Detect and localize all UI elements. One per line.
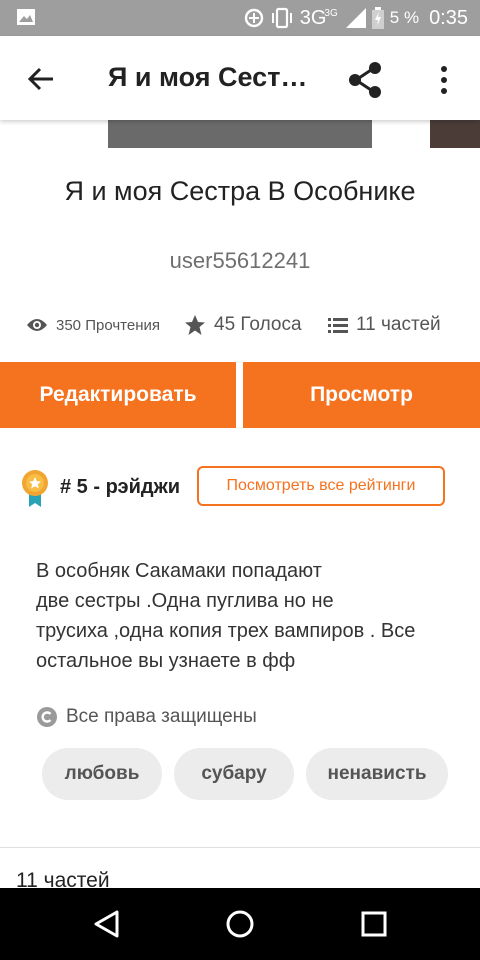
system-nav-bar	[0, 888, 480, 960]
story-stats: 350 Прочтения 45 Голоса 11 частей	[0, 310, 480, 340]
story-title: Я и моя Сестра В Особнике	[64, 176, 416, 206]
battery-charging-icon	[371, 7, 384, 29]
eye-icon	[27, 319, 47, 331]
signal-icon	[345, 8, 366, 28]
parts-heading: 11 частей	[16, 869, 110, 888]
copyright-icon	[37, 707, 57, 727]
vibrate-icon	[271, 7, 292, 29]
share-icon[interactable]	[346, 60, 386, 100]
image-notification-icon	[17, 9, 35, 25]
toolbar-title: Я и моя Сестра В Особнике	[108, 62, 318, 92]
author-name[interactable]: user55612241	[0, 248, 480, 274]
edit-button[interactable]: Редактировать	[0, 362, 236, 428]
copyright-text: Все права защищены	[66, 706, 257, 727]
cover-carousel-next[interactable]	[430, 120, 480, 148]
data-saver-icon	[244, 8, 263, 28]
nav-home-icon[interactable]	[224, 908, 256, 940]
nav-recents-icon[interactable]	[358, 908, 390, 940]
story-description: В особняк Сакамаки попадают две сестры .…	[36, 560, 416, 672]
parts-count: 11 частей	[356, 314, 441, 335]
copyright-row: Все права защищены	[36, 704, 257, 730]
status-icons: 3G3G 5 % 0:35	[244, 0, 468, 36]
clock: 0:35	[429, 6, 468, 29]
medal-icon	[22, 470, 48, 507]
reads-count: 350 Прочтения	[56, 316, 160, 334]
view-button[interactable]: Просмотр	[243, 362, 480, 428]
story-cover[interactable]	[108, 120, 372, 148]
ranking-text: # 5 - рэйджи	[60, 476, 181, 498]
votes-count: 45 Голоса	[214, 314, 302, 335]
tag-chip[interactable]: ненависть	[306, 748, 448, 800]
view-all-rankings-button[interactable]: Посмотреть все рейтинги	[197, 466, 445, 506]
tag-chip[interactable]: субару	[174, 748, 294, 800]
list-icon	[328, 318, 348, 333]
tag-chip[interactable]: любовь	[42, 748, 162, 800]
network-type: 3G3G	[299, 6, 338, 29]
status-bar: 3G3G 5 % 0:35	[0, 0, 480, 36]
ranking-row: # 5 - рэйджи Посмотреть все рейтинги	[0, 466, 480, 510]
battery-percent: 5 %	[389, 8, 420, 27]
section-divider	[0, 847, 480, 848]
stat-votes: 45 Голоса	[184, 310, 302, 340]
stat-reads: 350 Прочтения	[26, 310, 160, 340]
more-vert-icon[interactable]	[432, 62, 456, 98]
app-toolbar: Я и моя Сестра В Особнике	[0, 36, 480, 120]
star-icon	[185, 315, 205, 335]
arrow-back-icon[interactable]	[26, 64, 56, 94]
nav-back-icon[interactable]	[91, 908, 123, 940]
stat-parts: 11 частей	[328, 310, 441, 340]
